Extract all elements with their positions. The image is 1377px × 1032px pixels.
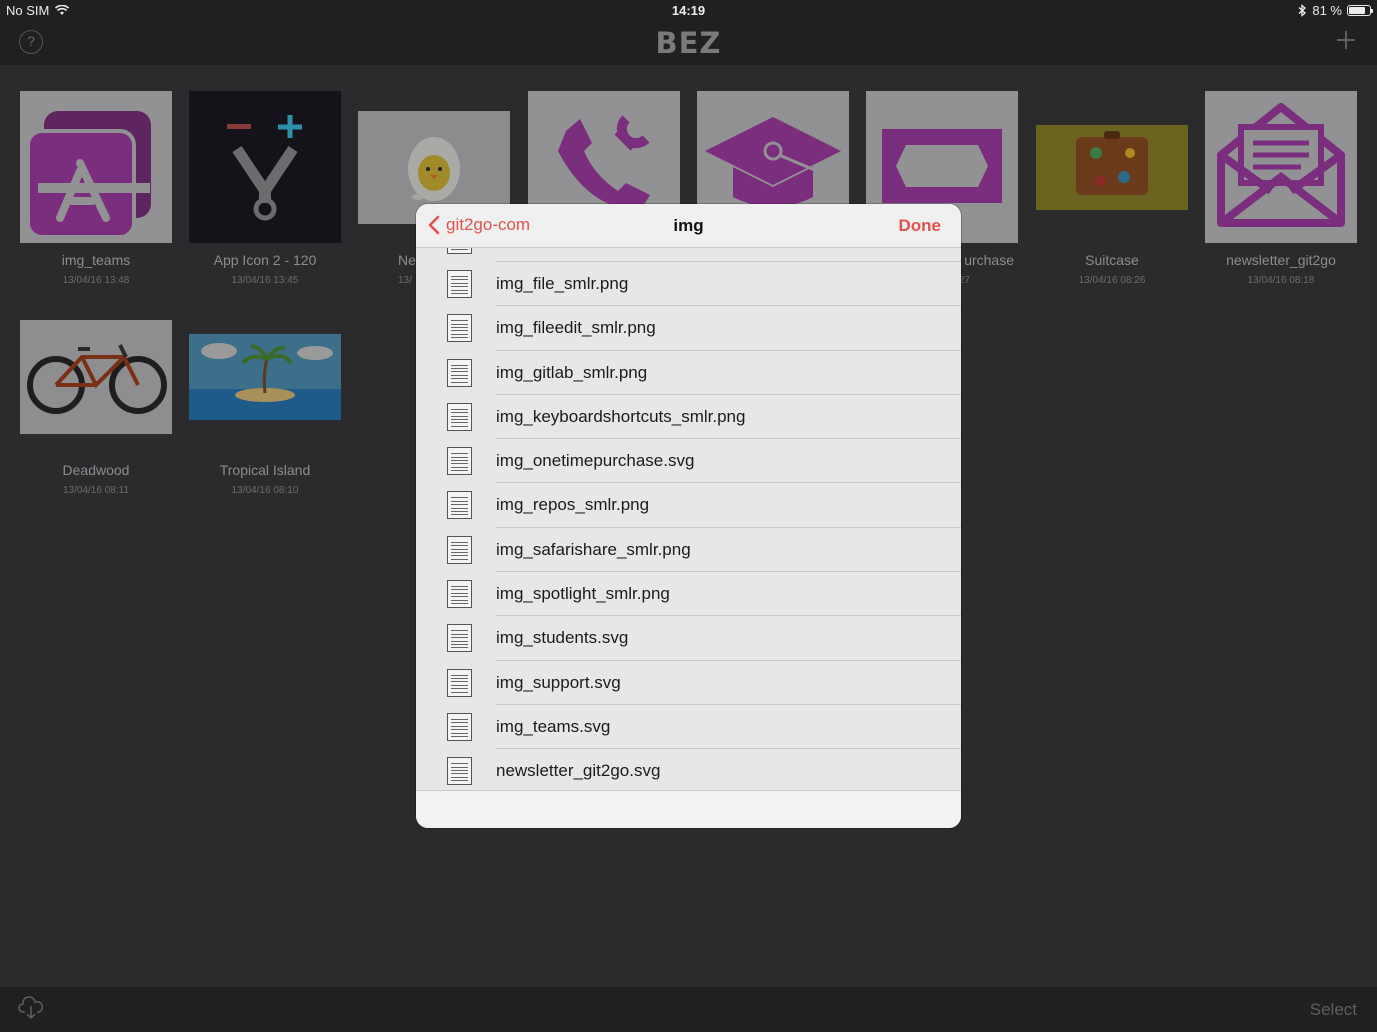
tile-name: Deadwood <box>62 462 130 478</box>
tile-date: 13/04/16 08:18 <box>1247 275 1315 286</box>
file-name: img_keyboardshortcuts_smlr.png <box>496 406 746 426</box>
file-row[interactable]: img_repos_smlr.png <box>416 483 961 528</box>
status-time: 14:19 <box>671 3 706 18</box>
file-name: img_onetimepurchase.svg <box>496 451 695 471</box>
tile-name: img_teams <box>61 252 131 268</box>
tile-thumbnail <box>20 91 172 243</box>
tile-date: 13/04/16 13:45 <box>231 275 299 286</box>
tile-date: 13/04/16 13:48 <box>62 275 130 286</box>
done-button[interactable]: Done <box>899 216 942 236</box>
merge-icon <box>227 115 302 221</box>
tile-thumbnail <box>1036 91 1188 243</box>
tile-thumbnail <box>189 91 341 243</box>
tile-name: newsletter_git2go <box>1226 252 1336 268</box>
tile-name: Suitcase <box>1085 252 1139 268</box>
battery-percent: 81 % <box>1312 3 1342 18</box>
bluetooth-icon <box>1298 4 1307 17</box>
cloud-download-icon[interactable] <box>18 996 44 1020</box>
battery-icon <box>1347 5 1373 16</box>
file-row[interactable]: img_file_smlr.png <box>416 262 961 307</box>
bottom-toolbar: Select <box>0 987 1377 1032</box>
file-name: img_file_smlr.png <box>496 274 629 293</box>
app-store-icon <box>26 111 151 239</box>
document-icon <box>447 314 472 343</box>
file-row[interactable]: img_teams.svg <box>416 704 961 750</box>
document-icon <box>447 668 472 697</box>
modal-title: img <box>673 216 704 235</box>
file-name: newsletter_git2go.svg <box>496 761 661 781</box>
app-logo: BEZ <box>655 26 722 60</box>
tile-thumbnail <box>189 301 341 453</box>
modal-header: git2go-com img Done <box>416 204 961 248</box>
nav-bar: ? BEZ <box>0 22 1377 65</box>
select-button[interactable]: Select <box>1310 1000 1357 1020</box>
document-icon <box>447 712 472 741</box>
file-row[interactable]: img_gitlab_smlr.png <box>416 350 961 395</box>
tile-date: 13/04/16 08:11 <box>63 485 129 496</box>
document-icon <box>447 270 472 298</box>
file-name: img_teams.svg <box>496 716 611 736</box>
bicycle-icon <box>20 320 172 434</box>
file-list: img_file_smlr.png img_fileedit_smlr.png im… <box>416 218 961 794</box>
document-icon <box>447 358 472 387</box>
file-row[interactable]: img_onetimepurchase.svg <box>416 439 961 484</box>
tile-name: App Icon 2 - 120 <box>213 252 317 268</box>
document-icon <box>447 624 472 653</box>
file-name: img_repos_smlr.png <box>496 495 650 515</box>
status-right: 81 % <box>1297 3 1373 18</box>
file-name: img_support.svg <box>496 672 621 692</box>
tile-name: Tropical Island <box>219 462 311 478</box>
document-tile[interactable]: Suitcase 13/04/16 08:26 <box>1036 91 1188 286</box>
document-icon <box>447 580 472 609</box>
file-name: img_fileedit_smlr.png <box>496 318 656 338</box>
file-name: img_gitlab_smlr.png <box>496 362 648 382</box>
document-icon <box>447 535 472 564</box>
document-icon <box>447 402 472 431</box>
file-picker-modal: git2go-com img Done img_file_smlr.png img… <box>416 204 961 828</box>
file-name: img_spotlight_smlr.png <box>496 584 670 604</box>
status-bar: No SIM 14:19 81 % <box>0 0 1377 22</box>
document-icon <box>447 447 472 476</box>
document-tile[interactable]: App Icon 2 - 120 13/04/16 13:45 <box>189 91 341 286</box>
document-tile[interactable]: Deadwood 13/04/16 08:11 <box>20 301 172 496</box>
file-row[interactable]: img_fileedit_smlr.png <box>416 306 961 351</box>
island-icon <box>189 334 341 420</box>
file-row[interactable]: img_support.svg <box>416 660 961 705</box>
suitcase-icon <box>1036 125 1188 210</box>
modal-footer <box>416 790 961 828</box>
file-row[interactable]: img_spotlight_smlr.png <box>416 572 961 617</box>
file-row[interactable]: img_students.svg <box>416 616 961 661</box>
file-row[interactable]: img_keyboardshortcuts_smlr.png <box>416 394 961 440</box>
tile-date: 13/04/16 08:10 <box>231 485 299 496</box>
document-icon <box>447 491 472 520</box>
file-name: img_students.svg <box>496 628 629 648</box>
tile-date: 13/04/16 08:26 <box>1078 275 1146 286</box>
file-row[interactable]: newsletter_git2go.svg <box>416 749 961 794</box>
document-tile[interactable]: newsletter_git2go 13/04/16 08:18 <box>1205 91 1357 286</box>
file-row[interactable]: img_safarishare_smlr.png <box>416 527 961 573</box>
document-icon <box>447 757 472 786</box>
document-tile[interactable]: img_teams 13/04/16 13:48 <box>20 91 172 286</box>
file-name: img_safarishare_smlr.png <box>496 539 691 559</box>
tile-thumbnail <box>20 301 172 453</box>
add-icon[interactable] <box>1334 28 1358 52</box>
document-tile[interactable]: Tropical Island 13/04/16 08:10 <box>189 301 341 496</box>
tile-thumbnail <box>1205 91 1357 243</box>
battery-fill <box>1349 7 1366 14</box>
envelope-icon <box>1217 103 1345 227</box>
